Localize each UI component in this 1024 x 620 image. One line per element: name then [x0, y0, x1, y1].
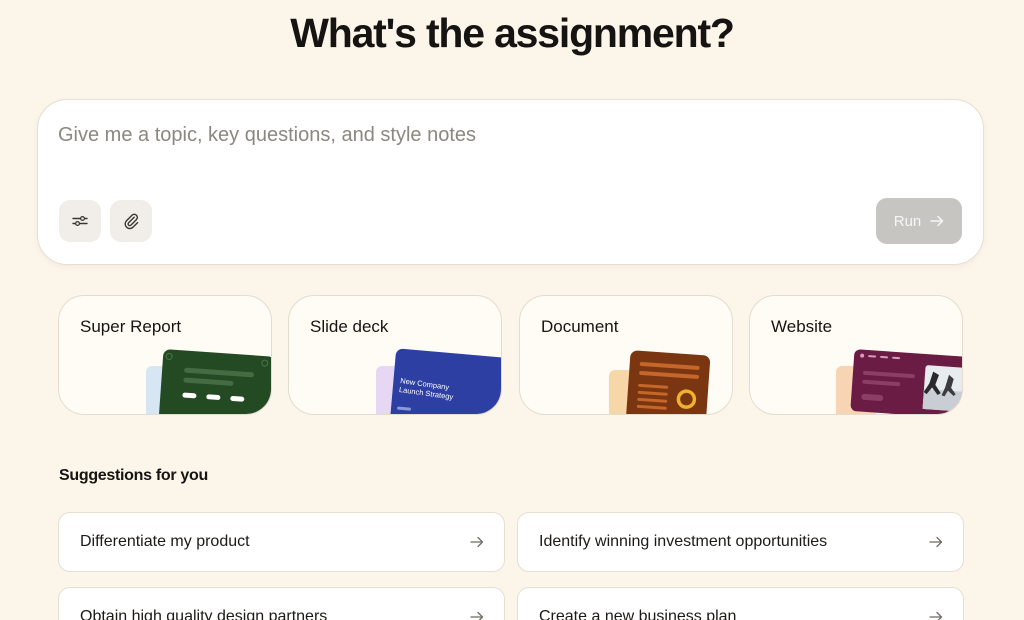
arrow-right-icon [929, 611, 943, 620]
slide-deck-illustration: New Company Launch Strategy [376, 348, 501, 414]
sliders-icon [72, 215, 88, 227]
suggestion-label: Obtain high quality design partners [80, 608, 328, 620]
document-illustration [609, 350, 711, 414]
page-title: What's the assignment? [290, 10, 735, 56]
suggestions-title: Suggestions for you [59, 467, 208, 484]
suggestion-label: Differentiate my product [80, 533, 250, 550]
suggestion-item[interactable]: Identify winning investment opportunitie… [517, 512, 964, 572]
suggestion-item[interactable]: Differentiate my product [58, 512, 505, 572]
run-button-label: Run [893, 212, 922, 230]
website-illustration [836, 349, 962, 414]
super-report-illustration [146, 349, 271, 414]
suggestion-label: Create a new business plan [539, 608, 737, 620]
card-label: Website [771, 317, 833, 336]
card-label: Document [541, 317, 619, 336]
suggestion-item[interactable]: Create a new business plan [517, 587, 964, 620]
arrow-right-icon [930, 215, 944, 227]
arrow-right-icon [929, 536, 943, 548]
paperclip-icon [124, 213, 139, 230]
page: What's the assignment? Run [0, 0, 1024, 620]
suggestion-item[interactable]: Obtain high quality design partners [58, 587, 505, 620]
suggestion-label: Identify winning investment opportunitie… [539, 533, 828, 550]
card-website[interactable]: Website [749, 295, 963, 415]
settings-button[interactable] [59, 200, 101, 242]
arrow-right-icon [470, 536, 484, 548]
card-label: Slide deck [310, 317, 389, 336]
card-super-report[interactable]: Super Report [58, 295, 272, 415]
attach-button[interactable] [110, 200, 152, 242]
prompt-box: Run [37, 99, 984, 265]
arrow-right-icon [470, 611, 484, 620]
card-slide-deck[interactable]: New Company Launch Strategy Slide deck [288, 295, 502, 415]
card-label: Super Report [80, 317, 182, 336]
card-document[interactable]: Document [519, 295, 733, 415]
prompt-input[interactable] [58, 124, 858, 147]
run-button[interactable]: Run [876, 198, 962, 244]
